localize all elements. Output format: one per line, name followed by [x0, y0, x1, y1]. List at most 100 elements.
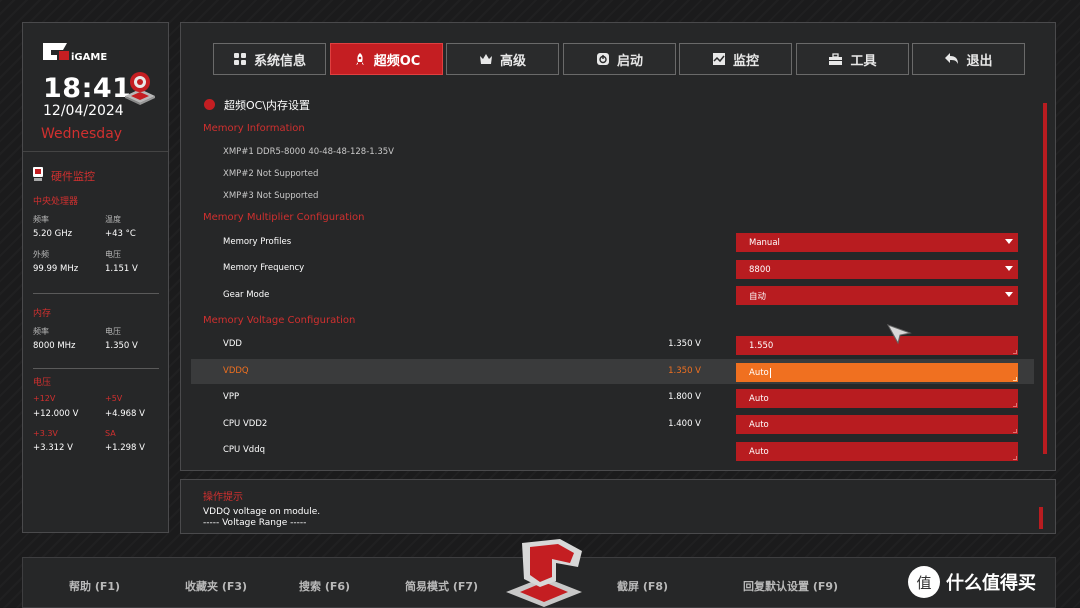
watermark-badge: 值: [908, 566, 940, 598]
cpu-vdd2-label: CPU VDD2: [223, 419, 268, 429]
exit-arrow-icon: [945, 53, 959, 64]
tab-exit[interactable]: 退出: [912, 43, 1025, 75]
help-panel: 操作提示 VDDQ voltage on module. ----- Volta…: [180, 479, 1056, 534]
memory-profiles-label: Memory Profiles: [223, 237, 292, 247]
clock-date: 12/04/2024: [43, 103, 124, 119]
tab-label: 超频OC: [373, 53, 421, 69]
xmp3-info: XMP#3 Not Supported: [223, 191, 319, 201]
rocket-icon: [355, 53, 364, 65]
watermark: 值 什么值得买: [908, 564, 1080, 600]
monitor-chart-icon: [712, 53, 725, 65]
v5-value: +4.968 V: [105, 409, 145, 419]
help-f1-button[interactable]: 帮助 (F1): [69, 578, 120, 594]
breadcrumb-icon: [204, 99, 215, 110]
cpu-freq-label: 频率: [33, 215, 49, 224]
grid-icon: [233, 53, 246, 65]
watermark-text: 什么值得买: [946, 573, 1036, 594]
memory-info-title: Memory Information: [203, 123, 305, 134]
toolbox-icon: [829, 53, 843, 65]
chevron-down-icon: [1005, 239, 1013, 244]
favorites-f3-button[interactable]: 收藏夹 (F3): [185, 578, 247, 594]
memory-profiles-value: Manual: [749, 237, 780, 248]
mouse-cursor-icon: [886, 324, 912, 345]
scrollbar-thumb[interactable]: [1043, 103, 1047, 454]
vpp-input[interactable]: Auto: [736, 389, 1018, 408]
main-settings-panel: 超频OC\内存设置 Memory Information XMP#1 DDR5-…: [180, 22, 1056, 471]
vddq-current: 1.350 V: [668, 366, 701, 376]
igame-emblem-icon: [506, 539, 582, 607]
vddq-input[interactable]: Auto: [736, 363, 1018, 382]
cpu-vddq-input[interactable]: Auto: [736, 442, 1018, 461]
status-panel: iGAME 18:41 12/04/2024 Wednesday 硬件监控 中央…: [22, 22, 169, 533]
cpu-vddq-label: CPU Vddq: [223, 445, 265, 455]
cpu-bclk-label: 外频: [33, 250, 49, 259]
igame-cube-icon: [125, 72, 155, 105]
sa-value: +1.298 V: [105, 443, 145, 453]
cpu-freq-value: 5.20 GHz: [33, 229, 73, 239]
chevron-down-icon: [1005, 266, 1013, 271]
voltage-config-title: Memory Voltage Configuration: [203, 315, 356, 326]
cpu-vdd2-input[interactable]: Auto: [736, 415, 1018, 434]
gear-mode-select[interactable]: 自动: [736, 286, 1018, 305]
memory-frequency-select[interactable]: 8800: [736, 260, 1018, 279]
tab-system-info[interactable]: 系统信息: [213, 43, 326, 75]
multiplier-config-title: Memory Multiplier Configuration: [203, 212, 365, 223]
cpu-vdd2-current: 1.400 V: [668, 419, 701, 429]
xmp2-info: XMP#2 Not Supported: [223, 169, 319, 179]
tab-label: 工具: [850, 53, 877, 69]
vdd-input[interactable]: 1.550: [736, 336, 1018, 355]
xmp1-info: XMP#1 DDR5-8000 40-48-48-128-1.35V: [223, 147, 395, 157]
clock-day: Wednesday: [41, 126, 123, 142]
brand-text: iGAME: [71, 52, 107, 63]
restore-defaults-f9-button[interactable]: 回复默认设置 (F9): [743, 578, 838, 594]
vdd-value: 1.550: [749, 340, 774, 351]
sa-label: SA: [105, 429, 116, 438]
cpu-vdd2-value: Auto: [749, 419, 769, 430]
tab-tools[interactable]: 工具: [796, 43, 909, 75]
tab-monitor[interactable]: 监控: [679, 43, 792, 75]
memory-volt-label: 电压: [105, 327, 121, 336]
tab-label: 退出: [966, 53, 993, 69]
vddq-value: Auto: [749, 367, 769, 378]
voltage-section-title: 电压: [33, 378, 52, 388]
easy-mode-f7-button[interactable]: 简易模式 (F7): [405, 578, 478, 594]
cpu-volt-label: 电压: [105, 250, 121, 259]
memory-frequency-value: 8800: [749, 264, 771, 275]
v5-label: +5V: [105, 394, 123, 403]
help-title: 操作提示: [203, 492, 243, 503]
vdd-label: VDD: [223, 339, 242, 349]
tab-overclock[interactable]: 超频OC: [330, 43, 443, 75]
tab-label: 监控: [732, 53, 759, 69]
tab-advanced[interactable]: 高级: [446, 43, 559, 75]
memory-freq-label: 频率: [33, 327, 49, 336]
chevron-down-icon: [1005, 292, 1013, 297]
cpu-temp-label: 温度: [105, 215, 121, 224]
cpu-section-title: 中央处理器: [33, 197, 79, 207]
v33-value: +3.312 V: [33, 443, 73, 453]
cpu-temp-value: +43 °C: [105, 229, 136, 239]
vddq-label: VDDQ: [223, 366, 249, 376]
help-text-line1: VDDQ voltage on module.: [203, 507, 321, 517]
hardware-monitor-icon: [33, 167, 43, 181]
cpu-vddq-value: Auto: [749, 446, 769, 457]
v33-label: +3.3V: [33, 429, 58, 438]
vpp-value: Auto: [749, 393, 769, 404]
tab-label: 高级: [499, 53, 526, 69]
help-scrollbar[interactable]: [1039, 507, 1043, 529]
tab-label: 启动: [616, 53, 643, 69]
memory-frequency-label: Memory Frequency: [223, 263, 305, 273]
tab-label: 系统信息: [253, 53, 306, 69]
tab-boot[interactable]: 启动: [563, 43, 676, 75]
v12-label: +12V: [33, 394, 56, 403]
clock-time: 18:41: [43, 73, 132, 104]
vpp-current: 1.800 V: [668, 392, 701, 402]
gear-mode-value: 自动: [749, 291, 767, 302]
screenshot-f8-button[interactable]: 截屏 (F8): [617, 578, 668, 594]
help-text-line2: ----- Voltage Range -----: [203, 518, 307, 528]
cpu-bclk-value: 99.99 MHz: [33, 264, 79, 274]
memory-profiles-select[interactable]: Manual: [736, 233, 1018, 252]
power-icon: [596, 53, 609, 65]
igame-logo: iGAME: [43, 43, 107, 63]
crown-icon: [479, 54, 492, 64]
search-f6-button[interactable]: 搜索 (F6): [299, 578, 350, 594]
